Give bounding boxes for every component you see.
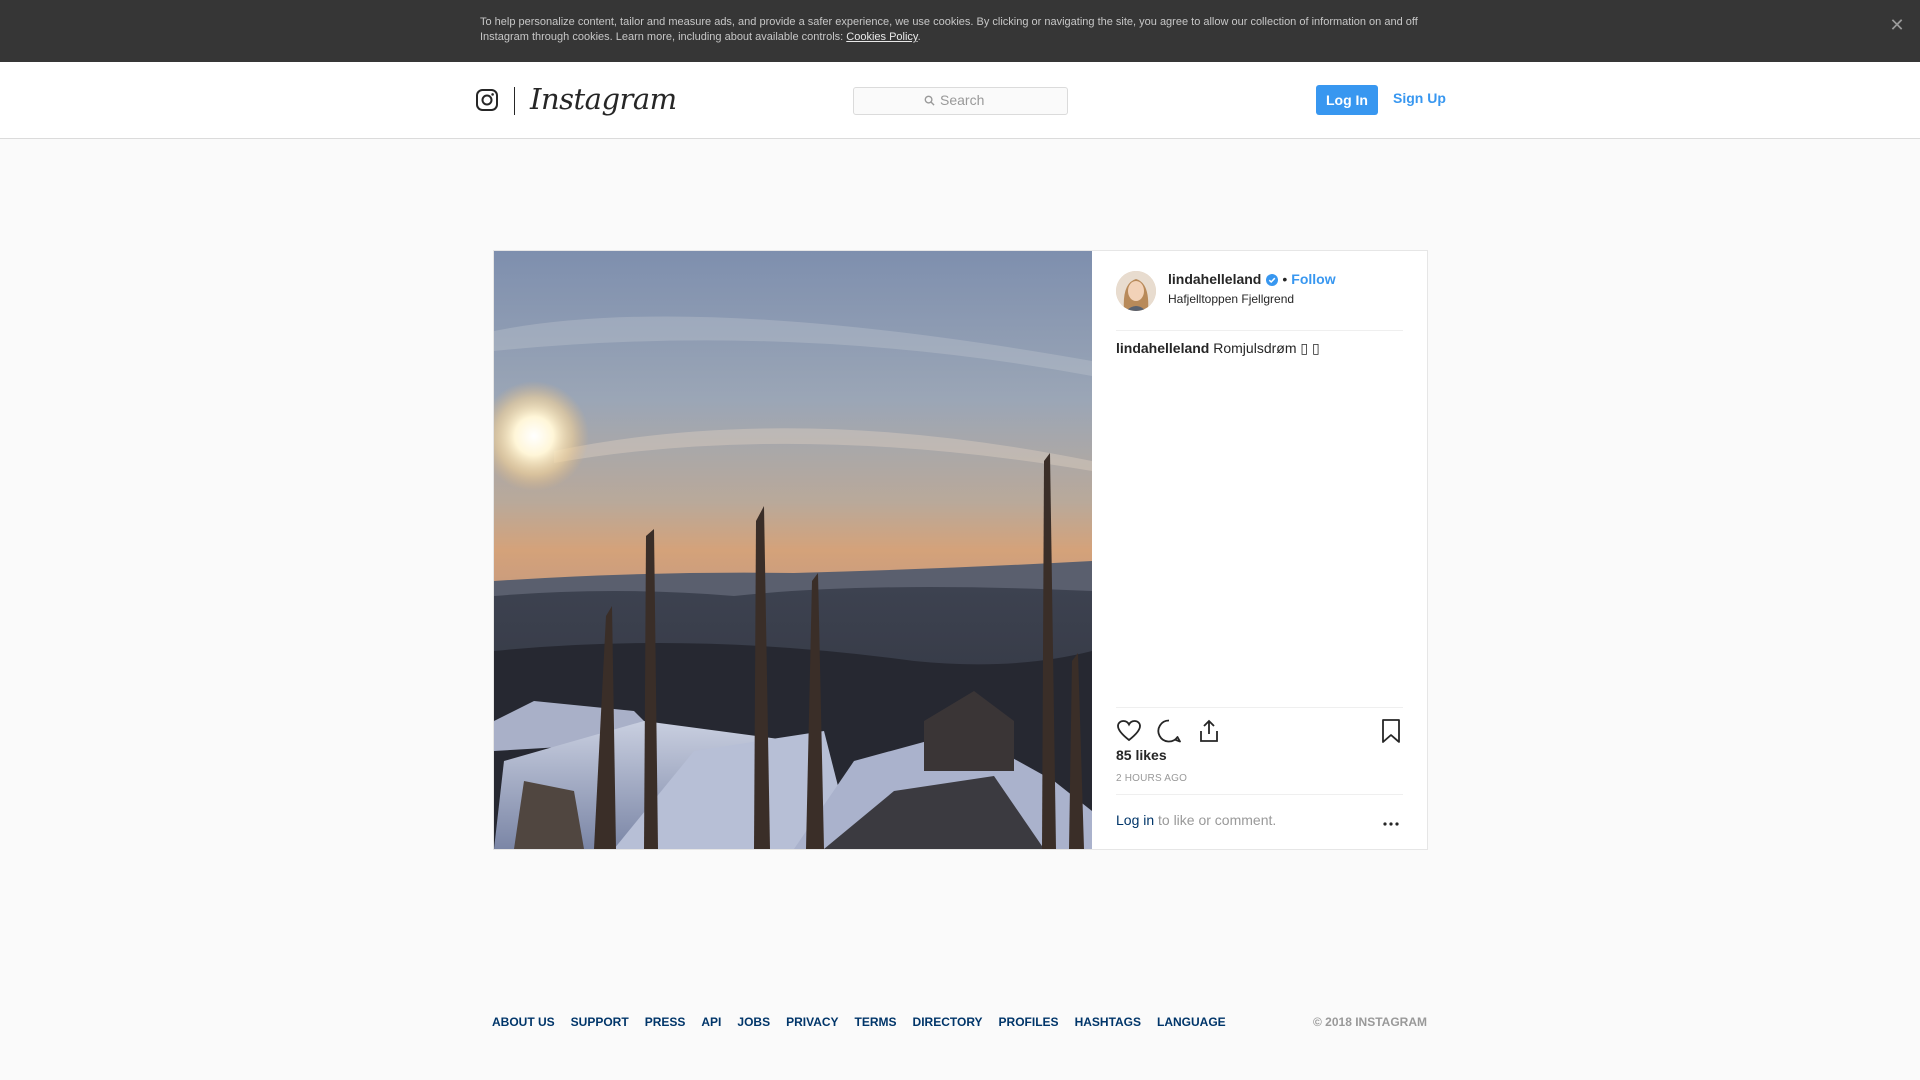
top-navigation: Instagram Search Log In Sign Up xyxy=(0,62,1920,139)
cookie-message: To help personalize content, tailor and … xyxy=(480,16,1418,43)
cookie-banner: To help personalize content, tailor and … xyxy=(0,0,1920,62)
post-photo[interactable] xyxy=(494,251,1092,849)
cookies-policy-link[interactable]: Cookies Policy xyxy=(846,31,917,43)
sign-up-link[interactable]: Sign Up xyxy=(1393,90,1446,106)
footer-link-jobs[interactable]: JOBS xyxy=(737,1015,770,1029)
more-icon[interactable] xyxy=(1382,815,1400,833)
search-icon xyxy=(924,95,935,106)
footer-link-api[interactable]: API xyxy=(701,1015,721,1029)
cookie-end: . xyxy=(917,31,921,43)
action-bar xyxy=(1116,707,1403,743)
post-timestamp: 2 HOURS AGO xyxy=(1116,773,1188,784)
footer-link-language[interactable]: LANGUAGE xyxy=(1157,1015,1226,1029)
verified-badge-icon xyxy=(1266,274,1279,286)
comment-icon[interactable] xyxy=(1156,718,1182,744)
footer-link-directory[interactable]: DIRECTORY xyxy=(913,1015,983,1029)
cookie-text: To help personalize content, tailor and … xyxy=(480,15,1440,45)
footer-link-hashtags[interactable]: HASHTAGS xyxy=(1075,1015,1141,1029)
footer-link-support[interactable]: SUPPORT xyxy=(571,1015,629,1029)
caption-username[interactable]: lindahelleland xyxy=(1116,340,1209,356)
post-username[interactable]: lindahelleland xyxy=(1168,271,1261,287)
logo-divider xyxy=(514,87,515,115)
footer-nav: ABOUT US SUPPORT PRESS API JOBS PRIVACY … xyxy=(492,1015,1226,1029)
footer-link-terms[interactable]: TERMS xyxy=(855,1015,897,1029)
bookmark-icon[interactable] xyxy=(1378,718,1404,744)
avatar[interactable] xyxy=(1116,271,1156,311)
post-card: lindahelleland • Follow Hafjelltoppen Fj… xyxy=(493,250,1428,850)
separator-dot: • xyxy=(1282,271,1288,287)
post-location[interactable]: Hafjelltoppen Fjellgrend xyxy=(1168,292,1294,306)
instagram-wordmark[interactable]: Instagram xyxy=(530,82,677,116)
copyright: © 2018 INSTAGRAM xyxy=(1313,1015,1427,1029)
close-icon[interactable]: ✕ xyxy=(1886,14,1908,36)
search-input[interactable]: Search xyxy=(853,87,1068,115)
footer-link-profiles[interactable]: PROFILES xyxy=(999,1015,1059,1029)
share-icon[interactable] xyxy=(1196,718,1222,744)
login-prompt: Log in to like or comment. xyxy=(1116,794,1403,848)
log-in-link[interactable]: Log in xyxy=(1116,812,1154,828)
footer-link-about-us[interactable]: ABOUT US xyxy=(492,1015,555,1029)
follow-button[interactable]: Follow xyxy=(1291,271,1335,287)
footer-link-privacy[interactable]: PRIVACY xyxy=(786,1015,838,1029)
login-prompt-text: to like or comment. xyxy=(1158,812,1277,828)
heart-icon[interactable] xyxy=(1116,718,1142,744)
post-caption: lindahelleland Romjulsdrøm ▯ ▯ xyxy=(1116,339,1403,357)
search-placeholder: Search xyxy=(940,92,985,108)
log-in-button[interactable]: Log In xyxy=(1316,85,1378,115)
caption-text: Romjulsdrøm ▯ ▯ xyxy=(1213,340,1320,356)
post-header: lindahelleland • Follow Hafjelltoppen Fj… xyxy=(1116,271,1403,331)
post-sidebar: lindahelleland • Follow Hafjelltoppen Fj… xyxy=(1092,251,1427,849)
footer-link-press[interactable]: PRESS xyxy=(645,1015,686,1029)
instagram-camera-icon[interactable] xyxy=(475,88,499,112)
post-photo-image xyxy=(494,251,1092,849)
likes-count[interactable]: 85 likes xyxy=(1116,747,1167,763)
